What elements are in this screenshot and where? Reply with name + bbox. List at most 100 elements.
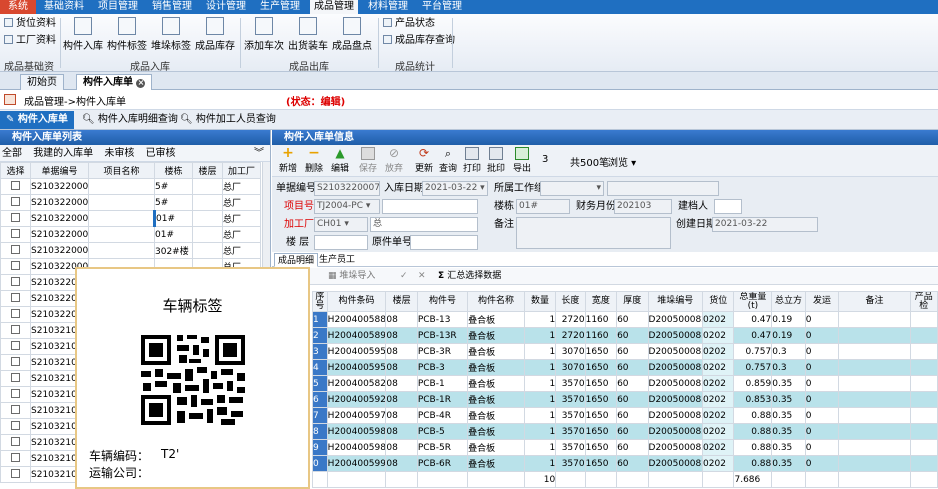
col-inspect[interactable]: 产品检 (909, 291, 938, 312)
project-name-field[interactable] (382, 199, 478, 214)
checkbox[interactable] (11, 452, 20, 462)
tab-part-inbound[interactable]: 构件入库单 × (76, 74, 153, 90)
checkbox[interactable] (11, 356, 20, 366)
select-checkbox[interactable] (0, 290, 31, 307)
col-total-weight[interactable]: 总重量(t) (733, 291, 773, 312)
sum-selected-button[interactable]: Σ 汇总选择数据 (438, 268, 501, 285)
checkbox[interactable] (11, 260, 20, 270)
col-floor[interactable]: 楼层 (385, 291, 418, 312)
table-row[interactable]: 2H2004005896808PCB-13R叠合板12720116060D200… (312, 327, 938, 344)
save-button[interactable]: 保存 (356, 147, 380, 174)
menu-production[interactable]: 生产管理 (256, 0, 304, 14)
checkbox[interactable] (11, 372, 20, 382)
workgroup-select[interactable]: ▾ (540, 181, 604, 196)
select-checkbox[interactable] (0, 322, 31, 339)
doc-no-field[interactable]: S2103220007 (314, 181, 380, 196)
col-qty[interactable]: 数量 (523, 291, 557, 312)
edit-button[interactable]: ▲ 编辑 (328, 147, 352, 175)
ribbon-stocktake-button[interactable]: 成品盘点 (331, 16, 373, 56)
tab-product-detail[interactable]: 成品明细 (274, 253, 319, 267)
table-row[interactable]: S2103220005 302#楼 总厂 (0, 242, 261, 259)
select-checkbox[interactable] (0, 370, 31, 387)
col-location[interactable]: 货位 (702, 291, 735, 312)
col-remark[interactable]: 备注 (838, 291, 911, 312)
discard-button[interactable]: ⊘ 放弃 (382, 147, 406, 175)
project-select[interactable]: TJ2004-PC ▾ (314, 199, 380, 214)
checkbox[interactable] (11, 436, 20, 446)
checkbox[interactable] (11, 212, 20, 222)
menu-project[interactable]: 项目管理 (94, 0, 142, 14)
table-row[interactable]: 9H2004005986808PCB-5R叠合板13570165060D2005… (312, 439, 938, 456)
select-checkbox[interactable] (0, 450, 31, 467)
checkbox[interactable] (11, 388, 20, 398)
menu-system[interactable]: 系统 (0, 0, 36, 14)
menu-finished-goods[interactable]: 成品管理 (310, 0, 358, 14)
col-total-volume[interactable]: 总立方 (771, 291, 806, 312)
remark-field[interactable] (516, 217, 671, 249)
col-length[interactable]: 长度 (555, 291, 586, 312)
ribbon-stock-button[interactable]: 成品库存 (194, 16, 236, 56)
checkbox[interactable] (11, 340, 20, 350)
col-factory[interactable]: 加工厂 (222, 162, 261, 179)
col-floor[interactable]: 楼层 (192, 162, 223, 179)
col-barcode[interactable]: 构件条码 (326, 291, 387, 312)
col-shipped[interactable]: 发运 (804, 291, 840, 312)
create-date-field[interactable]: 2021-03-22 (712, 217, 818, 232)
delete-button[interactable]: − 删除 (302, 146, 326, 174)
select-checkbox[interactable] (0, 178, 31, 195)
ribbon-stack-label-button[interactable]: 堆垛标签 (150, 16, 192, 56)
checkbox[interactable] (11, 228, 20, 238)
close-icon[interactable]: ✕ (418, 268, 426, 285)
select-checkbox[interactable] (0, 466, 31, 483)
checkbox[interactable] (11, 276, 20, 286)
ribbon-location-data[interactable]: 货位资料 (4, 17, 56, 31)
factory-name-field[interactable]: 总 (370, 217, 478, 232)
table-row[interactable]: S2103220009 5# 总厂 (0, 178, 261, 195)
select-checkbox[interactable] (0, 434, 31, 451)
batch-print-button[interactable]: 批印 (484, 147, 508, 174)
select-checkbox[interactable] (0, 418, 31, 435)
filter-approved[interactable]: 已审核 (146, 148, 176, 159)
checkbox[interactable] (11, 404, 20, 414)
table-row[interactable]: 7H2004005977808PCB-4R叠合板13570165060D2005… (312, 407, 938, 424)
col-part-no[interactable]: 构件号 (416, 291, 469, 312)
in-date-field[interactable]: 2021-03-22 ▾ (422, 181, 488, 196)
print-button[interactable]: 打印 (460, 147, 484, 174)
select-checkbox[interactable] (0, 258, 31, 275)
tab-inbound-doc[interactable]: ✎ 构件入库单 (0, 111, 74, 129)
creator-field[interactable] (714, 199, 742, 214)
col-doc-no[interactable]: 单据编号 (30, 162, 89, 179)
home-icon[interactable] (4, 94, 16, 105)
checkbox[interactable] (11, 308, 20, 318)
filter-unapproved[interactable]: 未审核 (104, 148, 134, 159)
col-part-name[interactable]: 构件名称 (467, 291, 525, 312)
filter-all[interactable]: 全部 (2, 148, 22, 159)
browse-dropdown[interactable]: 浏览 ▾ (608, 154, 636, 169)
orig-no-field[interactable] (410, 235, 478, 250)
stack-import-button[interactable]: ▦ 堆垛导入 (328, 268, 375, 285)
checkbox[interactable] (11, 180, 20, 190)
menu-basic-data[interactable]: 基础资料 (40, 0, 88, 14)
table-row[interactable]: S2103220007 01# 总厂 (0, 210, 261, 227)
table-row[interactable]: 6H2004005923808PCB-1R叠合板13570165060D2005… (312, 391, 938, 408)
ribbon-product-status[interactable]: 产品状态 (383, 17, 435, 31)
col-building[interactable]: 楼栋 (154, 162, 193, 179)
select-checkbox[interactable] (0, 274, 31, 291)
checkbox[interactable] (11, 244, 20, 254)
table-row[interactable]: 3H2004005959808PCB-3R叠合板13070165060D2005… (312, 343, 938, 360)
ribbon-factory-data[interactable]: 工厂资料 (4, 34, 56, 48)
tab-worker-query[interactable]: 🔍︎ 构件加工人员查询 (174, 111, 282, 129)
refresh-button[interactable]: ⟳ 更新 (412, 147, 436, 175)
tab-home[interactable]: 初始页 (20, 74, 64, 90)
export-button[interactable]: 导出 (510, 147, 534, 174)
select-checkbox[interactable] (0, 386, 31, 403)
select-checkbox[interactable] (0, 402, 31, 419)
checkbox[interactable] (11, 292, 20, 302)
menu-sales[interactable]: 销售管理 (148, 0, 196, 14)
menu-platform[interactable]: 平台管理 (418, 0, 466, 14)
checkbox[interactable] (11, 468, 20, 478)
select-checkbox[interactable] (0, 210, 31, 227)
ribbon-loading-button[interactable]: 出货装车 (287, 16, 329, 56)
table-row[interactable]: 5H2004005824808PCB-1叠合板13570165060D20050… (312, 375, 938, 392)
close-icon[interactable]: × (136, 79, 146, 88)
